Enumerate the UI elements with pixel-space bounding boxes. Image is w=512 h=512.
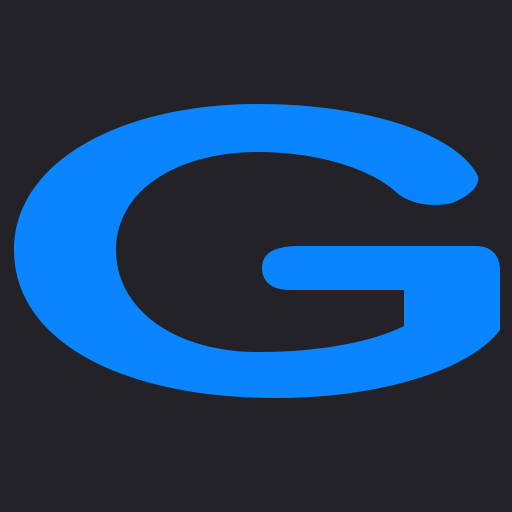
app-icon-canvas [0,0,512,512]
letter-g-logo-icon [0,0,512,512]
